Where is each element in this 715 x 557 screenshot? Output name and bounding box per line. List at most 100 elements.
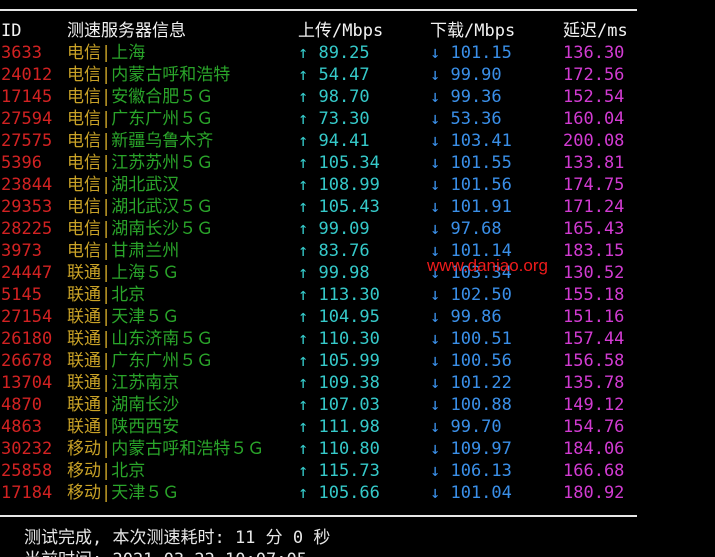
isp-name: 联通 [67,307,101,327]
server-info: 联通|陕西西安 [67,416,179,438]
latency: 152.54 [563,87,625,107]
upload-speed: ↑ 99.09 [298,219,370,239]
upload-speed: ↑ 83.76 [298,241,370,261]
server-location: 甘肃兰州 [111,241,180,261]
server-location: 陕西西安 [111,417,180,437]
separator: | [101,417,112,437]
upload-speed: ↑ 115.73 [298,461,380,481]
server-id: 27575 [1,131,53,151]
server-location: 广东广州５Ｇ [111,109,214,129]
separator: | [101,461,112,481]
server-location: 天津５Ｇ [111,483,180,503]
download-speed: ↓ 102.50 [430,285,512,305]
upload-speed: ↑ 109.38 [298,373,380,393]
server-id: 3633 [1,43,42,63]
server-info: 联通|上海５Ｇ [67,262,179,284]
server-id: 27154 [1,307,53,327]
top-divider [0,9,637,11]
server-id: 26678 [1,351,53,371]
watermark: www.daniao.org [427,256,548,275]
download-speed: ↓ 99.86 [430,307,502,327]
server-id: 29353 [1,197,53,217]
server-id: 3973 [1,241,42,261]
header-latency: 延迟/ms [563,21,628,41]
separator: | [101,109,112,129]
upload-speed: ↑ 105.34 [298,153,380,173]
server-location: 北京 [111,285,146,305]
latency: 156.58 [563,351,625,371]
server-info: 联通|北京 [67,284,145,306]
server-location: 广东广州５Ｇ [111,351,214,371]
isp-name: 移动 [67,461,101,481]
server-location: 江苏苏州５Ｇ [111,153,214,173]
latency: 135.78 [563,373,625,393]
separator: | [101,439,112,459]
download-speed: ↓ 99.90 [430,65,502,85]
latency: 155.18 [563,285,625,305]
server-id: 24012 [1,65,53,85]
separator: | [101,65,112,85]
server-info: 移动|内蒙古呼和浩特５Ｇ [67,438,264,460]
server-info: 移动|北京 [67,460,145,482]
server-id: 27594 [1,109,53,129]
isp-name: 联通 [67,373,101,393]
latency: 157.44 [563,329,625,349]
isp-name: 联通 [67,329,101,349]
isp-name: 联通 [67,263,101,283]
separator: | [101,87,112,107]
server-info: 联通|广东广州５Ｇ [67,350,213,372]
header-id: ID [1,21,22,41]
server-id: 13704 [1,373,53,393]
latency: 151.16 [563,307,625,327]
header-download: 下载/Mbps [430,21,516,41]
download-speed: ↓ 100.51 [430,329,512,349]
server-location: 北京 [111,461,146,481]
server-info: 电信|江苏苏州５Ｇ [67,152,213,174]
isp-name: 联通 [67,395,101,415]
server-info: 联通|山东济南５Ｇ [67,328,213,350]
latency: 165.43 [563,219,625,239]
separator: | [101,285,112,305]
download-speed: ↓ 101.15 [430,43,512,63]
download-speed: ↓ 101.22 [430,373,512,393]
latency: 154.76 [563,417,625,437]
separator: | [101,175,112,195]
server-info: 移动|天津５Ｇ [67,482,179,504]
isp-name: 电信 [67,65,101,85]
latency: 160.04 [563,109,625,129]
download-speed: ↓ 101.04 [430,483,512,503]
server-info: 联通|湖南长沙 [67,394,179,416]
server-id: 24447 [1,263,53,283]
isp-name: 电信 [67,219,101,239]
isp-name: 联通 [67,285,101,305]
server-info: 电信|广东广州５Ｇ [67,108,213,130]
download-speed: ↓ 101.91 [430,197,512,217]
separator: | [101,241,112,261]
server-id: 17184 [1,483,53,503]
separator: | [101,131,112,151]
server-id: 25858 [1,461,53,481]
latency: 171.24 [563,197,625,217]
download-speed: ↓ 101.55 [430,153,512,173]
server-location: 江苏南京 [111,373,180,393]
server-location: 内蒙古呼和浩特 [111,65,231,85]
isp-name: 电信 [67,87,101,107]
upload-speed: ↑ 99.98 [298,263,370,283]
server-location: 天津５Ｇ [111,307,180,327]
terminal-window[interactable]: ID 测速服务器信息 上传/Mbps 下载/Mbps 延迟/ms 3633 电信|… [0,0,715,557]
download-speed: ↓ 53.36 [430,109,502,129]
isp-name: 电信 [67,175,101,195]
upload-speed: ↑ 54.47 [298,65,370,85]
server-info: 电信|甘肃兰州 [67,240,179,262]
server-location: 新疆乌鲁木齐 [111,131,214,151]
download-speed: ↓ 100.88 [430,395,512,415]
isp-name: 电信 [67,241,101,261]
separator: | [101,483,112,503]
server-info: 电信|内蒙古呼和浩特 [67,64,230,86]
isp-name: 联通 [67,351,101,371]
server-location: 湖北武汉５Ｇ [111,197,214,217]
separator: | [101,307,112,327]
isp-name: 移动 [67,483,101,503]
separator: | [101,43,112,63]
separator: | [101,153,112,173]
